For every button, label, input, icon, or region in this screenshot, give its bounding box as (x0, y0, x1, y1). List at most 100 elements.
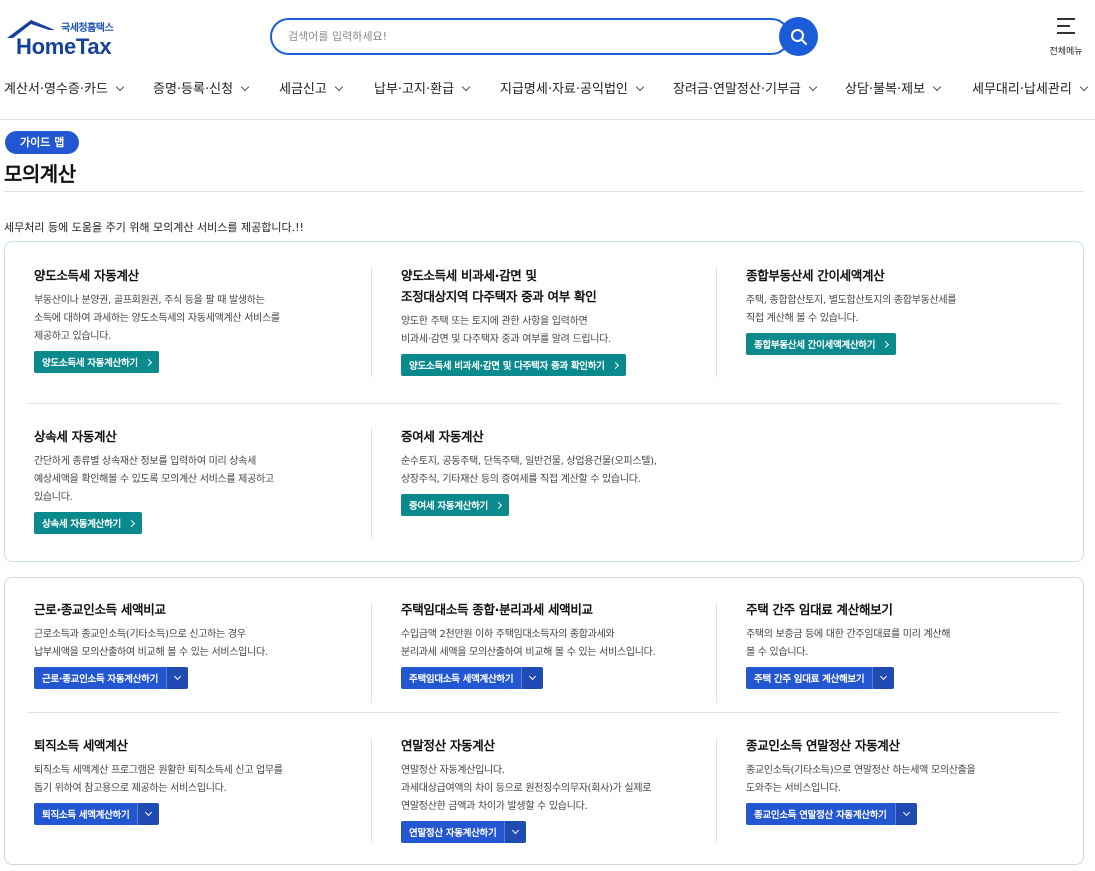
card-description: 수입금액 2천만원 이하 주택임대소득자의 종합과세와 분리과세 세액을 모의산출… (401, 629, 656, 658)
nav-item-invoice[interactable]: 계산서·영수증·카드 (4, 78, 125, 97)
real-estate-tax-calc-button[interactable]: 종합부동산세 간이세액계산하기 (746, 333, 897, 355)
dropdown-toggle[interactable] (137, 803, 160, 825)
card-capital-gains-tax: 양도소득세 자동계산 부동산이나 분양권, 골프회원권, 주식 등을 팔 때 발… (34, 265, 280, 373)
column-divider (371, 428, 372, 538)
main-nav: 계산서·영수증·카드 증명·등록·신청 세금신고 납부·고지·환급 지급명세·자… (0, 78, 1095, 100)
card-description: 주택의 보증금 등에 대한 간주임대료를 미리 계산해 볼 수 있습니다. (746, 629, 951, 658)
intro-text: 세무처리 등에 도움을 주기 위해 모의계산 서비스를 제공합니다.!! (4, 221, 304, 234)
column-divider (371, 603, 372, 703)
card-religious-year-end: 종교인소득 연말정산 자동계산 종교인소득(기타소득)으로 연말정산 하는세액 … (746, 735, 976, 825)
nav-item-incentive[interactable]: 장려금·연말정산·기부금 (673, 78, 818, 97)
dropdown-toggle[interactable] (872, 667, 895, 689)
deemed-rent-calc-group: 주택 간주 임대료 계산해보기 (746, 667, 895, 689)
card-title: 양도소득세 비과세·감면 및 조정대상지역 다주택자 중과 여부 확인 (401, 268, 597, 304)
nav-label: 계산서·영수증·카드 (4, 82, 108, 97)
nav-item-statement[interactable]: 지급명세·자료·공익법인 (500, 78, 645, 97)
chevron-down-icon (240, 82, 250, 92)
nav-item-certificate[interactable]: 증명·등록·신청 (153, 78, 250, 97)
card-title: 종합부동산세 간이세액계산 (746, 268, 885, 283)
chevron-down-icon (461, 82, 471, 92)
search-input[interactable] (272, 20, 752, 53)
chevron-down-icon (808, 82, 818, 92)
column-divider (371, 738, 372, 843)
chevron-down-icon (529, 672, 537, 681)
retirement-calc-button[interactable]: 퇴직소득 세액계산하기 (34, 803, 138, 825)
rental-income-calc-group: 주택임대소득 세액계산하기 (401, 667, 544, 689)
religious-year-end-calc-button[interactable]: 종교인소득 연말정산 자동계산하기 (746, 803, 895, 825)
nav-label: 세무대리·납세관리 (972, 82, 1072, 97)
card-title: 주택임대소득 종합·분리과세 세액비교 (401, 602, 593, 617)
all-menu-button[interactable]: 전체메뉴 (1044, 18, 1088, 58)
chevron-down-icon (512, 826, 520, 835)
row-divider (27, 403, 1060, 404)
card-title: 퇴직소득 세액계산 (34, 738, 128, 753)
chevron-right-icon (127, 519, 136, 527)
nav-item-consulting[interactable]: 상담·불복·제보 (845, 78, 942, 97)
chevron-down-icon (115, 82, 125, 92)
card-title: 연말정산 자동계산 (401, 738, 495, 753)
chevron-right-icon (882, 340, 890, 348)
card-labor-religious-income: 근로·종교인소득 세액비교 근로소득과 종교인소득(기타소득)으로 신고하는 경… (34, 599, 268, 689)
column-divider (716, 267, 717, 377)
labor-religious-calc-group: 근로·종교인소득 자동계산하기 (34, 667, 189, 689)
search-button[interactable] (779, 17, 818, 56)
nav-label: 상담·불복·제보 (845, 82, 926, 97)
nav-label: 세금신고 (279, 82, 327, 97)
chevron-right-icon (611, 361, 619, 369)
page-title: 모의계산 (4, 162, 76, 186)
retirement-calc-group: 퇴직소득 세액계산하기 (34, 803, 160, 825)
card-rental-income: 주택임대소득 종합·분리과세 세액비교 수입금액 2천만원 이하 주택임대소득자… (401, 599, 656, 689)
dropdown-toggle[interactable] (521, 667, 544, 689)
card-deemed-rent: 주택 간주 임대료 계산해보기 주택의 보증금 등에 대한 간주임대료를 미리 … (746, 599, 950, 689)
chevron-down-icon (145, 808, 153, 817)
deemed-rent-calc-button[interactable]: 주택 간주 임대료 계산해보기 (746, 667, 873, 689)
dropdown-toggle[interactable] (166, 667, 189, 689)
guide-map-badge[interactable]: 가이드 맵 (5, 131, 80, 154)
labor-religious-calc-button[interactable]: 근로·종교인소득 자동계산하기 (34, 667, 167, 689)
card-year-end-settlement: 연말정산 자동계산 연말정산 자동계산입니다. 과세대상급여액의 차이 등으로 원… (401, 735, 651, 843)
card-description: 양도한 주택 또는 토지에 관한 사항을 입력하면 비과세·감면 및 다주택자 중… (401, 316, 611, 345)
card-description: 근로소득과 종교인소득(기타소득)으로 신고하는 경우 납부세액을 모의산출하여 … (34, 629, 268, 658)
inheritance-tax-calc-button[interactable]: 상속세 자동계산하기 (34, 512, 142, 534)
chevron-down-icon (932, 82, 942, 92)
card-title: 상속세 자동계산 (34, 429, 117, 444)
nav-label: 증명·등록·신청 (153, 82, 234, 97)
gift-tax-calc-button[interactable]: 증여세 자동계산하기 (401, 494, 509, 516)
nav-item-payment[interactable]: 납부·고지·환급 (374, 78, 471, 97)
card-description: 퇴직소득 세액계산 프로그램은 원활한 퇴직소득세 신고 업무를 돕기 위하여 참… (34, 765, 283, 794)
hometax-logo[interactable]: 국세청홈택스 HomeTax (5, 18, 120, 60)
card-title: 종교인소득 연말정산 자동계산 (746, 738, 900, 753)
religious-year-end-calc-group: 종교인소득 연말정산 자동계산하기 (746, 803, 917, 825)
nav-label: 장려금·연말정산·기부금 (673, 82, 801, 97)
card-title: 주택 간주 임대료 계산해보기 (746, 602, 893, 617)
card-comprehensive-real-estate-tax: 종합부동산세 간이세액계산 주택, 종합합산토지, 별도합산토지의 종합부동산세… (746, 265, 957, 355)
chevron-down-icon (880, 672, 888, 681)
all-menu-label: 전체메뉴 (1049, 47, 1083, 57)
year-end-calc-button[interactable]: 연말정산 자동계산하기 (401, 821, 505, 843)
card-inheritance-tax: 상속세 자동계산 간단하게 종류별 상속재산 정보를 입력하여 미리 상속세 예상… (34, 426, 274, 534)
nav-label: 납부·고지·환급 (374, 82, 455, 97)
nav-item-agent[interactable]: 세무대리·납세관리 (972, 78, 1089, 97)
card-title: 근로·종교인소득 세액비교 (34, 602, 166, 617)
exemption-check-button[interactable]: 양도소득세 비과세·감면 및 다주택자 중과 확인하기 (401, 354, 626, 376)
card-title: 증여세 자동계산 (401, 429, 484, 444)
card-title: 양도소득세 자동계산 (34, 268, 139, 283)
dropdown-toggle[interactable] (504, 821, 527, 843)
title-divider (4, 191, 1084, 192)
rental-income-calc-button[interactable]: 주택임대소득 세액계산하기 (401, 667, 522, 689)
nav-item-tax-return[interactable]: 세금신고 (279, 78, 344, 97)
card-description: 간단하게 종류별 상속재산 정보를 입력하여 미리 상속세 예상세액을 확인해볼 … (34, 456, 274, 503)
chevron-down-icon (334, 82, 344, 92)
dropdown-toggle[interactable] (894, 803, 917, 825)
capital-gains-calc-button[interactable]: 양도소득세 자동계산하기 (34, 351, 159, 373)
chevron-down-icon (1079, 82, 1089, 92)
card-description: 주택, 종합합산토지, 별도합산토지의 종합부동산세를 직접 계산해 볼 수 있습… (746, 295, 957, 324)
card-description: 종교인소득(기타소득)으로 연말정산 하는세액 모의산출을 도와주는 서비스입니다… (746, 765, 976, 794)
calc-section-blue: 근로·종교인소득 세액비교 근로소득과 종교인소득(기타소득)으로 신고하는 경… (4, 577, 1084, 865)
chevron-right-icon (144, 358, 152, 366)
card-retirement-income: 퇴직소득 세액계산 퇴직소득 세액계산 프로그램은 원활한 퇴직소득세 신고 업… (34, 735, 283, 825)
logo-text: HomeTax (16, 34, 112, 59)
chevron-down-icon (635, 82, 645, 92)
search-icon (790, 28, 807, 45)
card-capital-gains-exemption: 양도소득세 비과세·감면 및 조정대상지역 다주택자 중과 여부 확인 양도한 주… (401, 265, 626, 376)
